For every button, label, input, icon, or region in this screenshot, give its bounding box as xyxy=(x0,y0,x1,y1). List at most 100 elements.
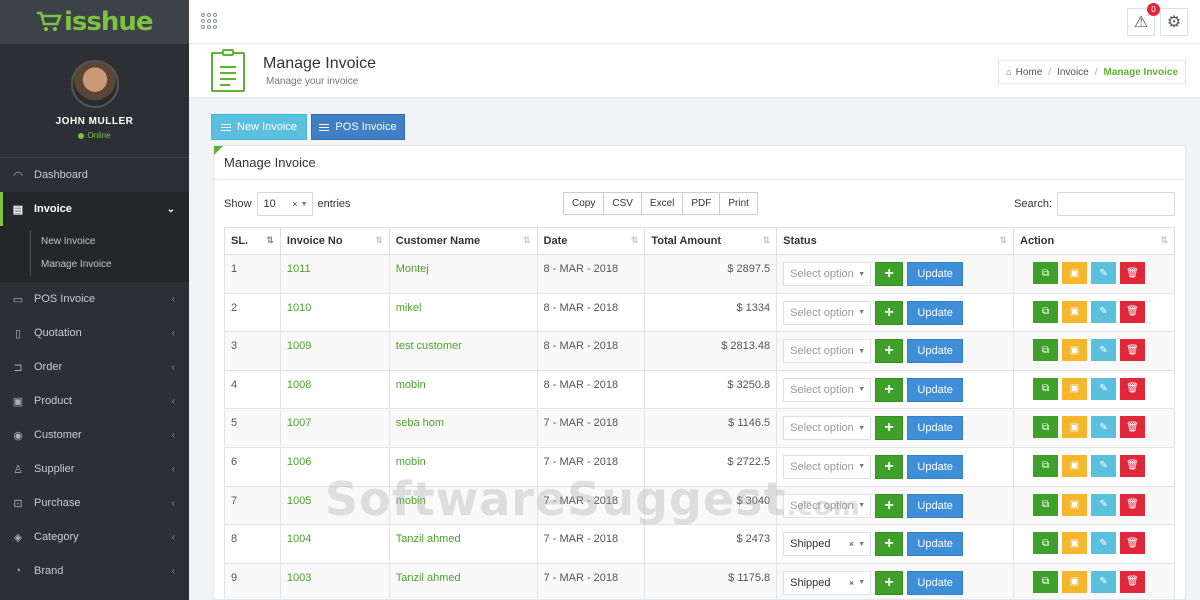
edit-button[interactable]: ✎ xyxy=(1091,570,1117,593)
cell-invoice-no[interactable]: 1010 xyxy=(279,292,390,333)
status-select[interactable]: Select option ▼ xyxy=(783,493,872,518)
status-select[interactable]: Select option ▼ xyxy=(783,454,872,479)
column-header[interactable]: SL. ⇅ xyxy=(224,227,281,255)
brand-logo[interactable]: isshue xyxy=(0,0,189,44)
app-grid-icon[interactable] xyxy=(201,13,217,29)
sort-icon[interactable]: ⇅ xyxy=(266,235,274,246)
copy-button[interactable]: ⧉ xyxy=(1033,570,1059,593)
copy-button[interactable]: ⧉ xyxy=(1033,493,1059,516)
column-header[interactable]: Invoice No ⇅ xyxy=(279,227,390,255)
update-button[interactable]: Update xyxy=(907,377,964,402)
settings-button[interactable]: ⚙ xyxy=(1160,8,1188,36)
sort-icon[interactable]: ⇅ xyxy=(631,235,639,246)
cell-customer-name[interactable]: mikel xyxy=(388,292,538,333)
copy-button[interactable]: ⧉ xyxy=(1033,416,1059,439)
status-select[interactable]: Select option ▼ xyxy=(783,300,872,325)
update-button[interactable]: Update xyxy=(907,570,964,595)
breadcrumb-home[interactable]: Home xyxy=(1016,67,1043,78)
column-header[interactable]: Customer Name ⇅ xyxy=(388,227,538,255)
edit-button[interactable]: ✎ xyxy=(1091,532,1117,555)
export-csv-button[interactable]: CSV xyxy=(604,192,642,215)
update-button[interactable]: Update xyxy=(907,493,964,518)
cell-invoice-no[interactable]: 1003 xyxy=(279,562,390,599)
delete-button[interactable]: 🗑 xyxy=(1120,454,1146,477)
add-status-button[interactable]: + xyxy=(875,570,904,595)
entries-select[interactable]: 10 × ▼ xyxy=(256,192,313,216)
cell-customer-name[interactable]: mobin xyxy=(388,369,538,410)
clear-icon[interactable]: × xyxy=(849,539,854,549)
status-select[interactable]: Shipped × ▼ xyxy=(783,532,872,557)
edit-button[interactable]: ✎ xyxy=(1091,262,1117,284)
add-status-button[interactable]: + xyxy=(875,532,904,557)
export-excel-button[interactable]: Excel xyxy=(641,192,684,215)
cell-invoice-no[interactable]: 1005 xyxy=(279,485,390,526)
copy-button[interactable]: ⧉ xyxy=(1033,262,1059,284)
sort-icon[interactable]: ⇅ xyxy=(523,235,531,246)
delete-button[interactable]: 🗑 xyxy=(1120,300,1146,323)
invoice-details-button[interactable]: ▣ xyxy=(1062,377,1088,400)
sidebar-item-order[interactable]: ⊐ Order ‹ xyxy=(0,350,189,384)
status-select[interactable]: Select option ▼ xyxy=(783,416,872,441)
cell-customer-name[interactable]: seba hom xyxy=(388,408,538,448)
export-pdf-button[interactable]: PDF xyxy=(683,192,721,215)
clear-icon[interactable]: × xyxy=(849,578,854,588)
update-button[interactable]: Update xyxy=(907,454,964,479)
invoice-details-button[interactable]: ▣ xyxy=(1062,570,1088,593)
column-header[interactable]: Total Amount ⇅ xyxy=(644,227,778,255)
update-button[interactable]: Update xyxy=(907,532,964,557)
column-header[interactable]: Date ⇅ xyxy=(536,227,646,255)
status-select[interactable]: Shipped × ▼ xyxy=(783,570,872,595)
sidebar-item-pos-invoice[interactable]: ▭ POS Invoice ‹ xyxy=(0,282,189,316)
add-status-button[interactable]: + xyxy=(875,416,904,441)
status-select[interactable]: Select option ▼ xyxy=(783,262,872,286)
sidebar-item-dashboard[interactable]: ◠ Dashboard xyxy=(0,158,189,192)
add-status-button[interactable]: + xyxy=(875,493,904,518)
breadcrumb-invoice[interactable]: Invoice xyxy=(1057,67,1089,78)
sort-icon[interactable]: ⇅ xyxy=(375,235,383,246)
delete-button[interactable]: 🗑 xyxy=(1120,493,1146,516)
delete-button[interactable]: 🗑 xyxy=(1120,262,1146,284)
delete-button[interactable]: 🗑 xyxy=(1120,377,1146,400)
copy-button[interactable]: ⧉ xyxy=(1033,532,1059,555)
cell-customer-name[interactable]: Montej xyxy=(388,254,538,294)
cell-invoice-no[interactable]: 1004 xyxy=(279,524,390,564)
submenu-item-manage-invoice[interactable]: Manage Invoice xyxy=(30,253,189,276)
sidebar-item-brand[interactable]: ◔ Brand ‹ xyxy=(0,554,189,588)
sidebar-item-invoice[interactable]: ▤ Invoice ⌄ xyxy=(0,192,189,226)
new-invoice-button[interactable]: New Invoice xyxy=(211,114,307,140)
edit-button[interactable]: ✎ xyxy=(1091,454,1117,477)
invoice-details-button[interactable]: ▣ xyxy=(1062,532,1088,555)
invoice-details-button[interactable]: ▣ xyxy=(1062,300,1088,323)
update-button[interactable]: Update xyxy=(907,339,964,364)
export-print-button[interactable]: Print xyxy=(720,192,758,215)
edit-button[interactable]: ✎ xyxy=(1091,416,1117,439)
cell-customer-name[interactable]: mobin xyxy=(388,446,538,487)
sidebar-item-purchase[interactable]: ⊡ Purchase ‹ xyxy=(0,486,189,520)
invoice-details-button[interactable]: ▣ xyxy=(1062,493,1088,516)
submenu-item-new-invoice[interactable]: New Invoice xyxy=(30,230,189,253)
sidebar-item-quotation[interactable]: ▯ Quotation ‹ xyxy=(0,316,189,350)
cell-invoice-no[interactable]: 1008 xyxy=(279,369,390,410)
cell-customer-name[interactable]: Tanzil ahmed xyxy=(388,524,538,564)
delete-button[interactable]: 🗑 xyxy=(1120,532,1146,555)
clear-icon[interactable]: × xyxy=(292,199,297,209)
edit-button[interactable]: ✎ xyxy=(1091,339,1117,362)
add-status-button[interactable]: + xyxy=(875,262,904,286)
cell-invoice-no[interactable]: 1007 xyxy=(279,408,390,448)
cell-customer-name[interactable]: test customer xyxy=(388,331,538,371)
edit-button[interactable]: ✎ xyxy=(1091,377,1117,400)
copy-button[interactable]: ⧉ xyxy=(1033,300,1059,323)
column-header[interactable]: Action ⇅ xyxy=(1013,227,1175,255)
notification-button[interactable]: ⚠ 0 xyxy=(1127,3,1160,36)
invoice-details-button[interactable]: ▣ xyxy=(1062,262,1088,284)
cell-customer-name[interactable]: mobin xyxy=(388,485,538,526)
sidebar-item-category[interactable]: ◈ Category ‹ xyxy=(0,520,189,554)
add-status-button[interactable]: + xyxy=(875,339,904,364)
column-header[interactable]: Status ⇅ xyxy=(776,227,1015,255)
pos-invoice-button[interactable]: POS Invoice xyxy=(311,114,405,140)
delete-button[interactable]: 🗑 xyxy=(1120,570,1146,593)
delete-button[interactable]: 🗑 xyxy=(1120,339,1146,362)
sidebar-item-customer[interactable]: ◉ Customer ‹ xyxy=(0,418,189,452)
sidebar-item-supplier[interactable]: ♙ Supplier ‹ xyxy=(0,452,189,486)
status-select[interactable]: Select option ▼ xyxy=(783,339,872,364)
